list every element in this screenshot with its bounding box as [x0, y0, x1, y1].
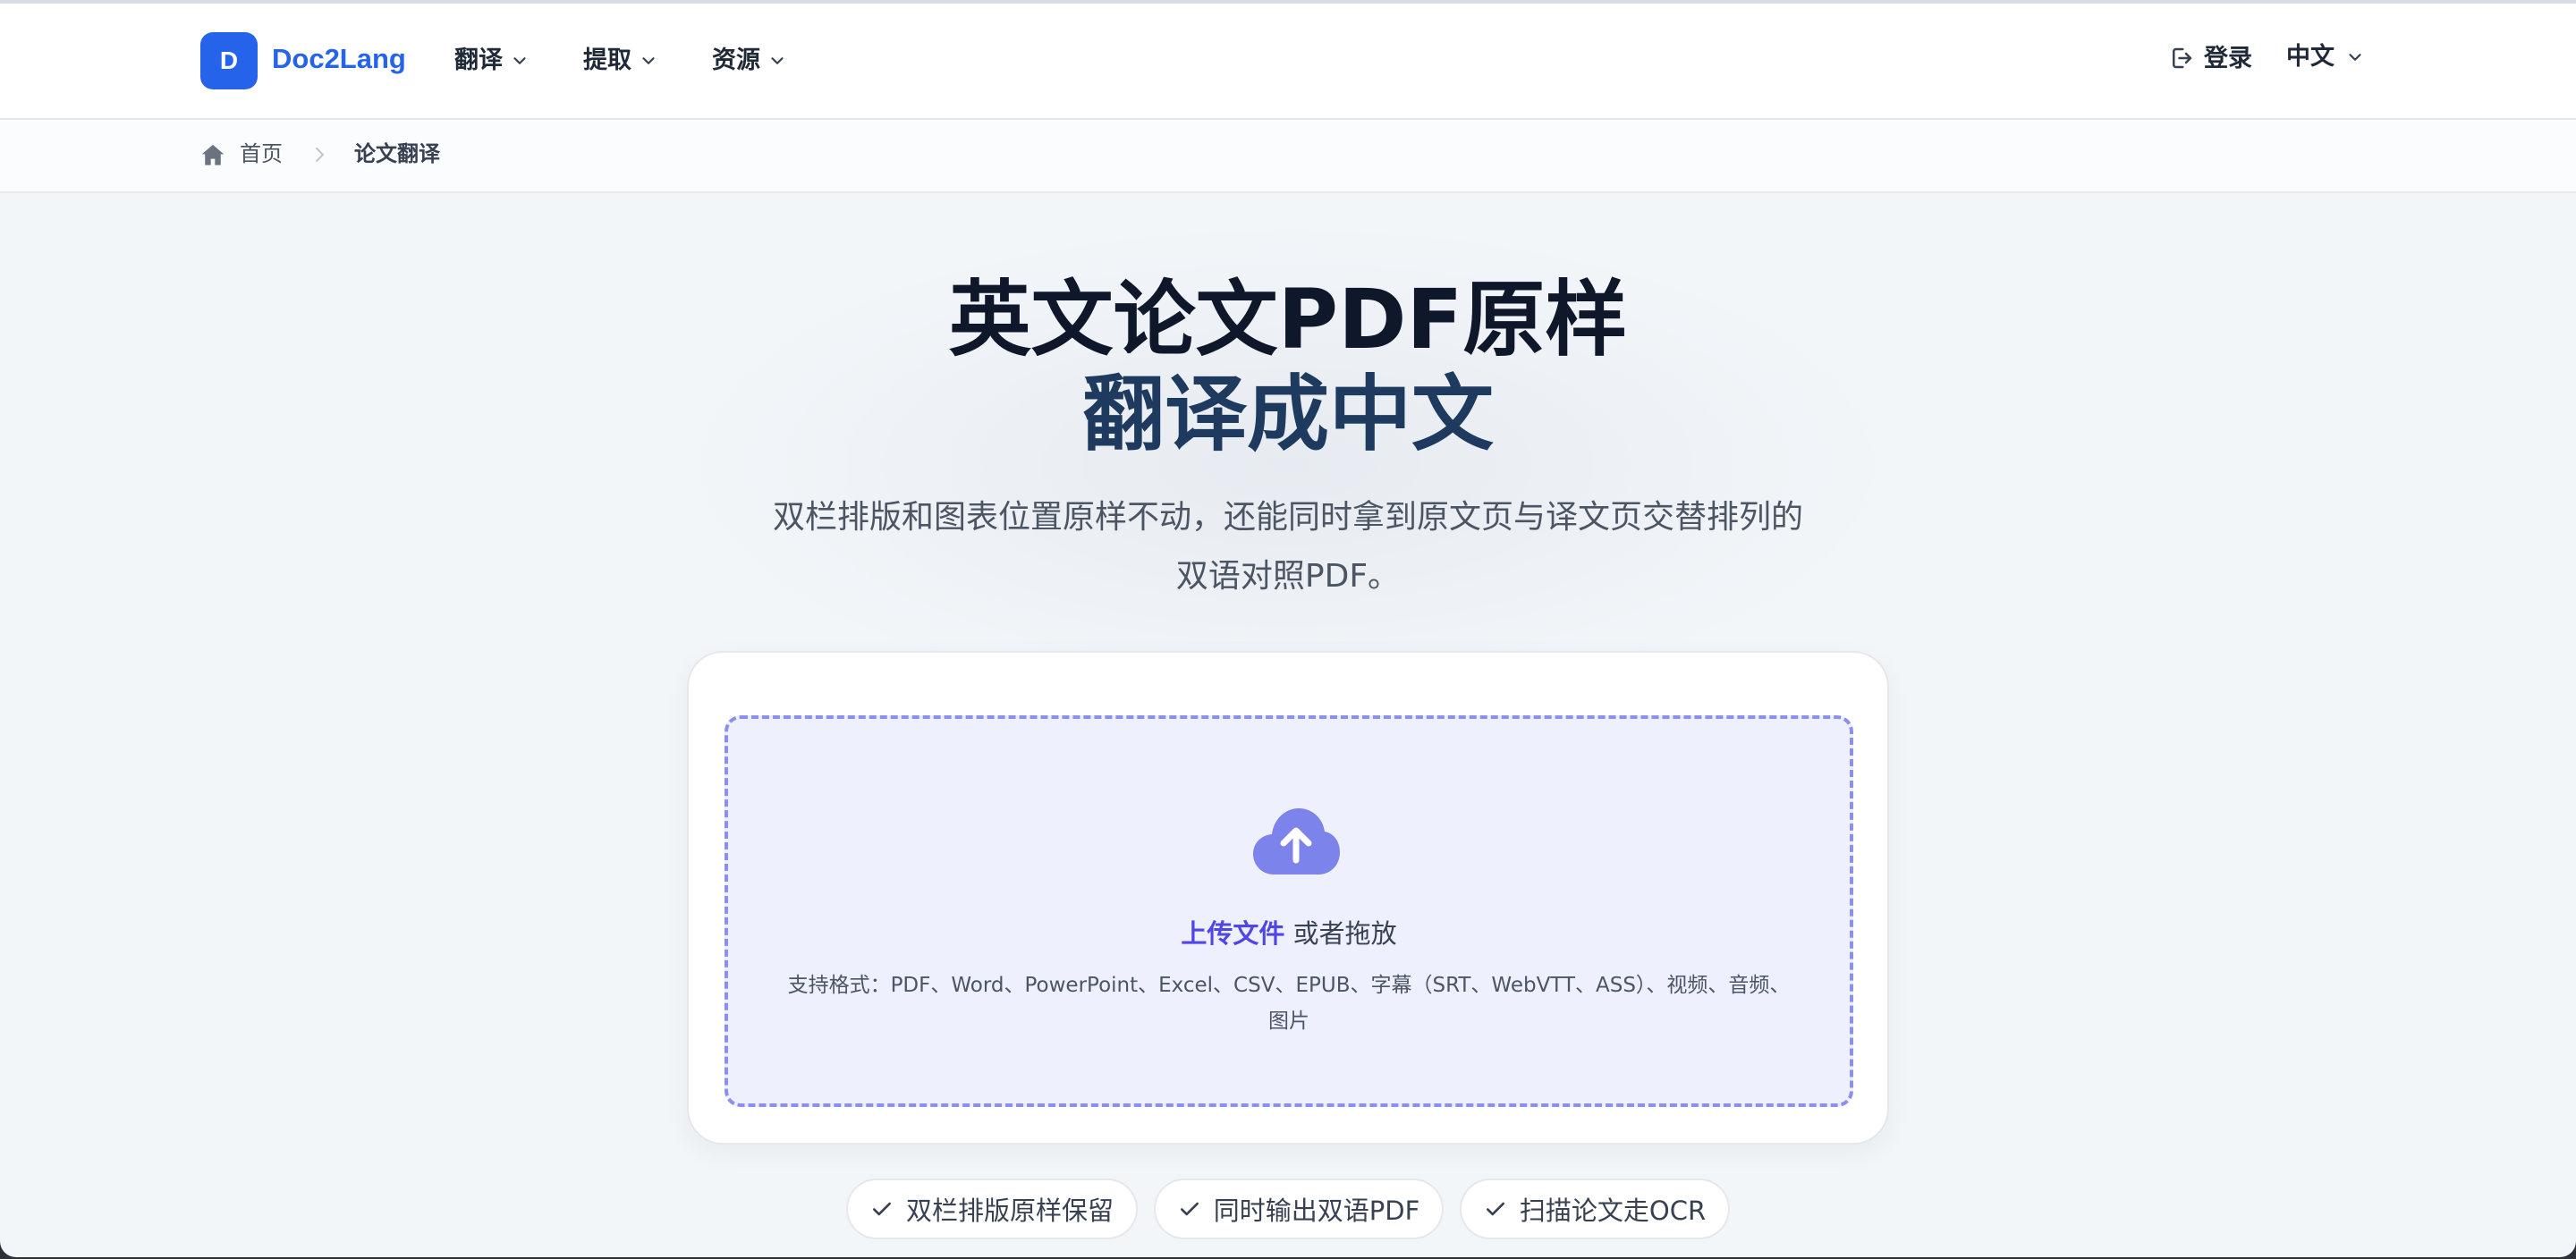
- chevron-down-icon: [513, 56, 526, 64]
- file-dropzone[interactable]: 上传文件 或者拖放 支持格式：PDF、Word、PowerPoint、Excel…: [724, 715, 1853, 1107]
- subtitle-line-2: 双语对照PDF。: [1175, 558, 1401, 595]
- breadcrumb: 首页 论文翻译: [0, 120, 2576, 193]
- check-icon: [1180, 1202, 1199, 1216]
- language-label: 中文: [2286, 43, 2334, 71]
- supported-formats: 支持格式：PDF、Word、PowerPoint、Excel、CSV、EPUB、…: [764, 967, 1814, 1039]
- feature-chip-label: 同时输出双语PDF: [1213, 1196, 1420, 1226]
- check-icon: [873, 1202, 891, 1216]
- logo-mark[interactable]: D: [200, 32, 258, 89]
- feature-chip-label: 扫描论文走OCR: [1519, 1196, 1707, 1226]
- nav-extract-label: 提取: [583, 46, 631, 74]
- upload-prompt: 上传文件 或者拖放: [728, 921, 1850, 947]
- feature-chip-label: 双栏排版原样保留: [905, 1196, 1114, 1226]
- chevron-right-icon: [316, 148, 324, 162]
- cloud-upload-icon: [1253, 808, 1340, 875]
- site-header: D Doc2Lang 翻译 提取 资源 登录 中文: [0, 4, 2576, 120]
- login-label: 登录: [2204, 44, 2252, 72]
- breadcrumb-home-link[interactable]: 首页: [240, 143, 283, 165]
- login-button[interactable]: 登录: [2168, 45, 2252, 72]
- nav-translate-label: 翻译: [454, 46, 503, 74]
- drag-drop-label: 或者拖放: [1292, 918, 1397, 949]
- breadcrumb-current: 论文翻译: [354, 141, 440, 166]
- subtitle-line-1: 双栏排版和图表位置原样不动，还能同时拿到原文页与译文页交替排列的: [772, 499, 1803, 536]
- logo-text[interactable]: Doc2Lang: [272, 45, 406, 72]
- chevron-down-icon: [642, 56, 655, 64]
- feature-chip-ocr: 扫描论文走OCR: [1460, 1179, 1730, 1239]
- page-title-line-1: 英文论文PDF原样: [948, 272, 1628, 368]
- home-icon[interactable]: [200, 143, 225, 166]
- upload-card: 上传文件 或者拖放 支持格式：PDF、Word、PowerPoint、Excel…: [687, 651, 1889, 1145]
- upload-file-link[interactable]: 上传文件: [1181, 918, 1284, 949]
- chevron-down-icon: [771, 56, 784, 64]
- login-icon: [2173, 47, 2192, 69]
- nav-resources-menu[interactable]: 资源: [712, 48, 787, 72]
- nav-extract-menu[interactable]: 提取: [583, 48, 658, 72]
- feature-chip-layout: 双栏排版原样保留: [846, 1179, 1138, 1239]
- chevron-down-icon: [2349, 53, 2361, 61]
- feature-chip-bilingual: 同时输出双语PDF: [1154, 1179, 1444, 1239]
- supported-formats-line-1: 支持格式：PDF、Word、PowerPoint、Excel、CSV、EPUB、…: [787, 974, 1791, 997]
- check-icon: [1486, 1202, 1504, 1216]
- page-subtitle: 双栏排版和图表位置原样不动，还能同时拿到原文页与译文页交替排列的 双语对照PDF…: [751, 488, 1825, 606]
- nav-resources-label: 资源: [712, 46, 760, 74]
- nav-translate-menu[interactable]: 翻译: [454, 48, 530, 72]
- page: D Doc2Lang 翻译 提取 资源 登录 中文 首页 论文翻译 英文论文PD…: [0, 0, 2576, 1257]
- supported-formats-line-2: 图片: [1268, 1010, 1309, 1033]
- language-selector[interactable]: 中文: [2286, 45, 2365, 69]
- page-title-line-2: 翻译成中文: [1081, 367, 1494, 462]
